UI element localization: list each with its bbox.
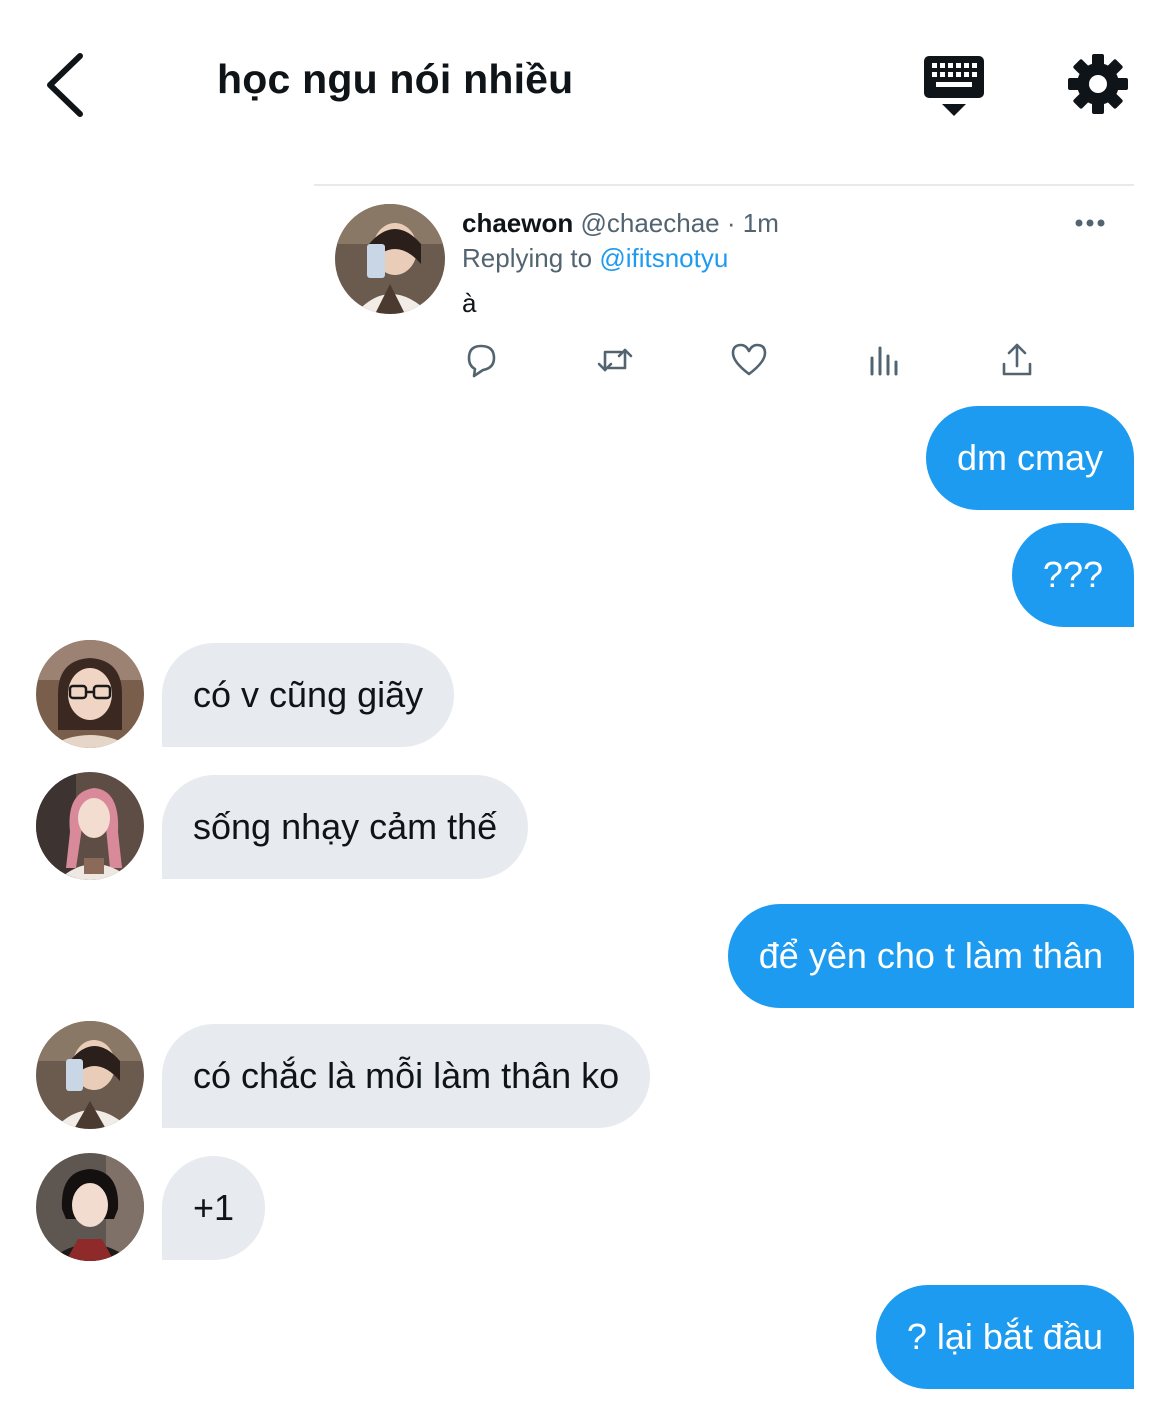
tweet-time: 1m xyxy=(742,208,779,238)
message-bubble-incoming[interactable]: sống nhạy cảm thế xyxy=(162,775,529,879)
tweet-header: chaewon @chaechae · 1m xyxy=(462,208,779,239)
tweet-author-handle[interactable]: @chaechae xyxy=(580,208,719,238)
sender-avatar[interactable] xyxy=(36,640,144,748)
message-bubble-outgoing[interactable]: ? lại bắt đầu xyxy=(875,1285,1134,1389)
more-options-icon[interactable] xyxy=(1072,208,1108,238)
views-chart-icon[interactable] xyxy=(864,340,904,380)
tweet-author-name[interactable]: chaewon xyxy=(462,208,573,238)
message-bubble-incoming[interactable]: có chắc là mỗi làm thân ko xyxy=(162,1024,651,1128)
sender-avatar[interactable] xyxy=(36,1021,144,1129)
message-bubble-incoming[interactable]: có v cũng giãy xyxy=(162,643,455,747)
retweet-icon[interactable] xyxy=(595,340,635,380)
conversation-title: học ngu nói nhiều xyxy=(217,56,574,102)
keyboard-icon[interactable] xyxy=(920,54,988,118)
sender-avatar[interactable] xyxy=(36,772,144,880)
share-icon[interactable] xyxy=(997,340,1037,380)
replying-to-line: Replying to @ifitsnotyu xyxy=(462,243,728,274)
reply-icon[interactable] xyxy=(461,340,501,380)
replying-to-handle[interactable]: @ifitsnotyu xyxy=(599,243,728,273)
back-chevron-icon[interactable] xyxy=(40,50,90,120)
tweet-author-avatar[interactable] xyxy=(335,204,445,314)
message-bubble-outgoing[interactable]: dm cmay xyxy=(925,406,1134,510)
sender-avatar[interactable] xyxy=(36,1153,144,1261)
message-bubble-outgoing[interactable]: ??? xyxy=(1011,523,1134,627)
message-bubble-incoming[interactable]: +1 xyxy=(162,1156,266,1260)
like-heart-icon[interactable] xyxy=(729,340,769,380)
tweet-text: à xyxy=(462,288,477,318)
settings-gear-icon[interactable] xyxy=(1066,52,1130,116)
tweet-divider xyxy=(314,184,1134,186)
message-bubble-outgoing[interactable]: để yên cho t làm thân xyxy=(727,904,1134,1008)
replying-to-prefix: Replying to xyxy=(462,243,600,273)
tweet-separator: · xyxy=(719,208,743,238)
